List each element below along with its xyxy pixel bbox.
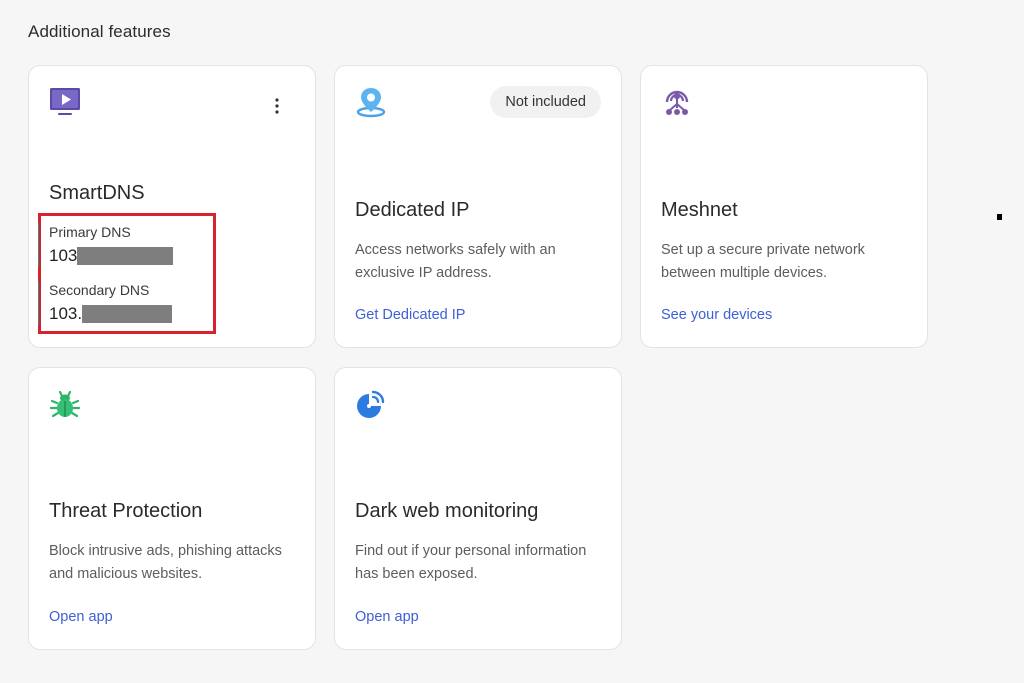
card-title: Meshnet [661,199,738,221]
open-app-link[interactable]: Open app [49,609,113,625]
meshnet-card: Meshnet Set up a secure private network … [640,65,928,348]
card-title: Dedicated IP [355,199,470,221]
redaction-bar [82,305,173,323]
get-dedicated-ip-link[interactable]: Get Dedicated IP [355,307,465,323]
card-description: Set up a secure private network between … [661,242,865,281]
secondary-dns-value: 103. [49,303,173,325]
smartdns-card: SmartDNS Primary DNS 103 Secondary DNS 1… [28,65,316,348]
mesh-network-icon [661,86,693,118]
primary-dns: Primary DNS 103 [38,223,174,267]
stray-mark [997,214,1002,220]
card-title: Dark web monitoring [355,500,539,522]
tv-play-icon [49,86,81,118]
card-description: Find out if your personal information ha… [355,543,587,582]
primary-dns-value-text: 103 [49,246,78,265]
primary-dns-label: Primary DNS [49,224,131,240]
bug-icon [49,388,81,420]
secondary-dns: Secondary DNS 103. [38,281,173,325]
card-description: Access networks safely with an exclusive… [355,242,556,281]
location-pin-icon [355,86,387,118]
card-title: SmartDNS [49,182,145,204]
redaction-bar [77,247,174,265]
not-included-badge: Not included [490,86,601,118]
section-title: Additional features [28,22,171,41]
radar-icon [355,388,387,420]
dedicated-ip-card: Not included Dedicated IP Access network… [334,65,622,348]
card-description: Block intrusive ads, phishing attacks an… [49,543,282,582]
primary-dns-value: 103 [49,245,174,267]
secondary-dns-label: Secondary DNS [49,282,150,298]
dark-web-monitoring-card: Dark web monitoring Find out if your per… [334,367,622,650]
secondary-dns-value-text: 103. [49,304,83,323]
open-app-link[interactable]: Open app [355,609,419,625]
card-title: Threat Protection [49,500,203,522]
more-vertical-icon[interactable] [267,96,287,116]
see-your-devices-link[interactable]: See your devices [661,307,772,323]
threat-protection-card: Threat Protection Block intrusive ads, p… [28,367,316,650]
